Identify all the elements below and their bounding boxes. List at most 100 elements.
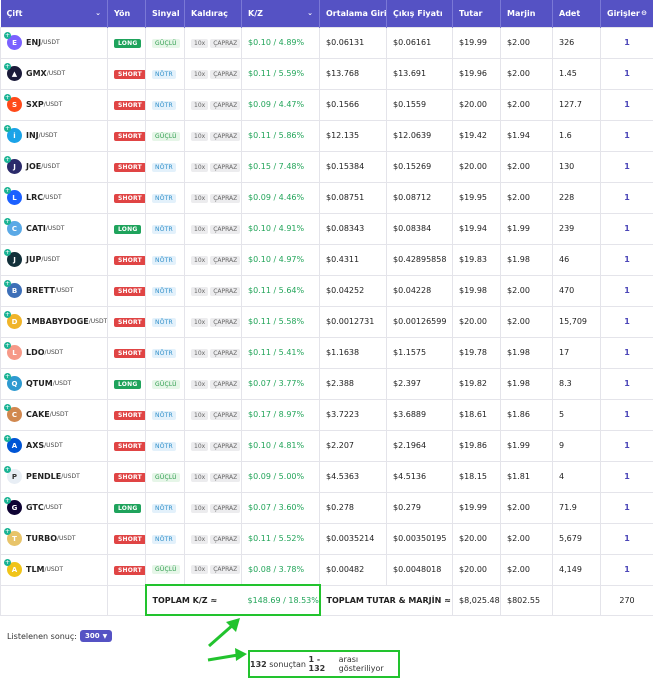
signal-badge: NÖTR	[152, 348, 176, 358]
table-row[interactable]: + B BRETT/USDT SHORT NÖTR 10x ÇAPRAZ $0.11 / 5.…	[0, 274, 653, 307]
chevron-down-icon[interactable]: ⌄	[95, 9, 101, 17]
pair-cell[interactable]: + J JOE/USDT	[0, 150, 108, 183]
entries-link[interactable]: 1	[600, 305, 653, 338]
collapse-icon[interactable]: ⊖	[641, 9, 647, 17]
column-header-exit-price[interactable]: Çıkış Fiyatı	[386, 0, 453, 27]
add-icon[interactable]: +	[4, 32, 11, 39]
pair-cell[interactable]: + J JUP/USDT	[0, 243, 108, 276]
table-row[interactable]: + ▲ GMX/USDT SHORT NÖTR 10x ÇAPRAZ $0.11 / 5.59…	[0, 57, 653, 90]
entries-link[interactable]: 1	[600, 243, 653, 276]
entries-link[interactable]: 1	[600, 336, 653, 369]
pair-symbol: CAKE	[26, 410, 50, 419]
table-row[interactable]: + Q QTUM/USDT LONG GÜÇLÜ 10x ÇAPRAZ $0.07 / 3.7…	[0, 367, 653, 400]
column-header-pnl[interactable]: K/Z ⌄	[241, 0, 320, 27]
entries-link[interactable]: 1	[600, 88, 653, 121]
table-row[interactable]: + S SXP/USDT SHORT NÖTR 10x ÇAPRAZ $0.09 / 4.47…	[0, 88, 653, 121]
table-row[interactable]: + A AXS/USDT SHORT NÖTR 10x ÇAPRAZ $0.10 / 4.81…	[0, 429, 653, 462]
entries-link[interactable]: 1	[600, 57, 653, 90]
table-row[interactable]: + L LRC/USDT SHORT NÖTR 10x ÇAPRAZ $0.09 / 4.46…	[0, 181, 653, 214]
pair-cell[interactable]: + E ENJ/USDT	[0, 26, 108, 59]
chevron-down-icon[interactable]: ⌄	[307, 9, 313, 17]
totals-spacer	[552, 584, 601, 616]
leverage-badge: 10x	[191, 131, 209, 141]
entries-link[interactable]: 1	[600, 398, 653, 431]
entries-link[interactable]: 1	[600, 522, 653, 555]
table-row[interactable]: + C CATI/USDT LONG NÖTR 10x ÇAPRAZ $0.10 / 4.91…	[0, 212, 653, 245]
entries-link[interactable]: 1	[600, 181, 653, 214]
entries-link[interactable]: 1	[600, 150, 653, 183]
table-row[interactable]: + L LDO/USDT SHORT NÖTR 10x ÇAPRAZ $0.11 / 5.41…	[0, 336, 653, 369]
add-icon[interactable]: +	[4, 187, 11, 194]
pair-cell[interactable]: + T TURBO/USDT	[0, 522, 108, 555]
pair-cell[interactable]: + L LDO/USDT	[0, 336, 108, 369]
add-icon[interactable]: +	[4, 497, 11, 504]
entries-link[interactable]: 1	[600, 460, 653, 493]
margin-cell: $2.00	[500, 274, 553, 307]
pair-cell[interactable]: + P PENDLE/USDT	[0, 460, 108, 493]
pair-cell[interactable]: + Q QTUM/USDT	[0, 367, 108, 400]
leverage-badge: 10x	[191, 100, 209, 110]
column-header-margin[interactable]: Marjin	[500, 0, 553, 27]
avg-entry-cell: $0.278	[319, 491, 387, 524]
signal-badge: GÜÇLÜ	[152, 38, 180, 48]
table-row[interactable]: + G GTC/USDT LONG NÖTR 10x ÇAPRAZ $0.07 / 3.60%…	[0, 491, 653, 524]
pair-cell[interactable]: + C CATI/USDT	[0, 212, 108, 245]
column-header-direction[interactable]: Yön	[107, 0, 146, 27]
entries-link[interactable]: 1	[600, 26, 653, 59]
column-header-leverage[interactable]: Kaldıraç	[184, 0, 242, 27]
page-size-select[interactable]: 300 ▼	[79, 630, 113, 642]
pair-cell[interactable]: + L LRC/USDT	[0, 181, 108, 214]
add-icon[interactable]: +	[4, 156, 11, 163]
column-header-quantity[interactable]: Adet	[552, 0, 601, 27]
table-row[interactable]: + J JUP/USDT SHORT NÖTR 10x ÇAPRAZ $0.10 / 4.97…	[0, 243, 653, 276]
column-header-amount[interactable]: Tutar	[452, 0, 501, 27]
column-header-pair[interactable]: Çift ⌄	[0, 0, 108, 27]
pair-cell[interactable]: + ▲ GMX/USDT	[0, 57, 108, 90]
table-row[interactable]: + J JOE/USDT SHORT NÖTR 10x ÇAPRAZ $0.15 / 7.48…	[0, 150, 653, 183]
pnl-cell: $0.09 / 4.46%	[241, 181, 320, 214]
entries-link[interactable]: 1	[600, 119, 653, 152]
table-row[interactable]: + P PENDLE/USDT SHORT GÜÇLÜ 10x ÇAPRAZ $0.09 / …	[0, 460, 653, 493]
add-icon[interactable]: +	[4, 342, 11, 349]
add-icon[interactable]: +	[4, 249, 11, 256]
add-icon[interactable]: +	[4, 466, 11, 473]
pair-cell[interactable]: + i INJ/USDT	[0, 119, 108, 152]
add-icon[interactable]: +	[4, 63, 11, 70]
column-header-entries[interactable]: Girişler ⊖	[600, 0, 653, 27]
margin-cell: $2.00	[500, 57, 553, 90]
add-icon[interactable]: +	[4, 404, 11, 411]
entries-link[interactable]: 1	[600, 491, 653, 524]
entries-link[interactable]: 1	[600, 212, 653, 245]
add-icon[interactable]: +	[4, 559, 11, 566]
add-icon[interactable]: +	[4, 373, 11, 380]
add-icon[interactable]: +	[4, 435, 11, 442]
table-row[interactable]: + C CAKE/USDT SHORT NÖTR 10x ÇAPRAZ $0.17 / 8.9…	[0, 398, 653, 431]
pair-cell[interactable]: + A TLM/USDT	[0, 553, 108, 586]
add-icon[interactable]: +	[4, 125, 11, 132]
pair-cell[interactable]: + B BRETT/USDT	[0, 274, 108, 307]
pair-cell[interactable]: + D 1MBABYDOGE/USDT	[0, 305, 108, 338]
leverage-cell: 10x ÇAPRAZ	[184, 398, 242, 431]
entries-link[interactable]: 1	[600, 367, 653, 400]
add-icon[interactable]: +	[4, 280, 11, 287]
pair-cell[interactable]: + G GTC/USDT	[0, 491, 108, 524]
column-header-signal[interactable]: Sinyal	[145, 0, 185, 27]
add-icon[interactable]: +	[4, 218, 11, 225]
pair-cell[interactable]: + S SXP/USDT	[0, 88, 108, 121]
add-icon[interactable]: +	[4, 311, 11, 318]
amount-cell: $19.83	[452, 243, 501, 276]
entries-link[interactable]: 1	[600, 274, 653, 307]
table-row[interactable]: + A TLM/USDT SHORT GÜÇLÜ 10x ÇAPRAZ $0.08 / 3.7…	[0, 553, 653, 586]
column-header-avg-entry[interactable]: Ortalama Giriş	[319, 0, 387, 27]
pair-cell[interactable]: + C CAKE/USDT	[0, 398, 108, 431]
add-icon[interactable]: +	[4, 528, 11, 535]
entries-link[interactable]: 1	[600, 429, 653, 462]
pair-cell[interactable]: + A AXS/USDT	[0, 429, 108, 462]
table-row[interactable]: + T TURBO/USDT SHORT NÖTR 10x ÇAPRAZ $0.11 / 5.…	[0, 522, 653, 555]
entries-link[interactable]: 1	[600, 553, 653, 586]
add-icon[interactable]: +	[4, 94, 11, 101]
table-row[interactable]: + E ENJ/USDT LONG GÜÇLÜ 10x ÇAPRAZ $0.10 / 4.89…	[0, 26, 653, 59]
table-row[interactable]: + i INJ/USDT SHORT GÜÇLÜ 10x ÇAPRAZ $0.11 / 5.8…	[0, 119, 653, 152]
table-row[interactable]: + D 1MBABYDOGE/USDT SHORT NÖTR 10x ÇAPRAZ $0.11…	[0, 305, 653, 338]
avg-entry-cell: $0.4311	[319, 243, 387, 276]
